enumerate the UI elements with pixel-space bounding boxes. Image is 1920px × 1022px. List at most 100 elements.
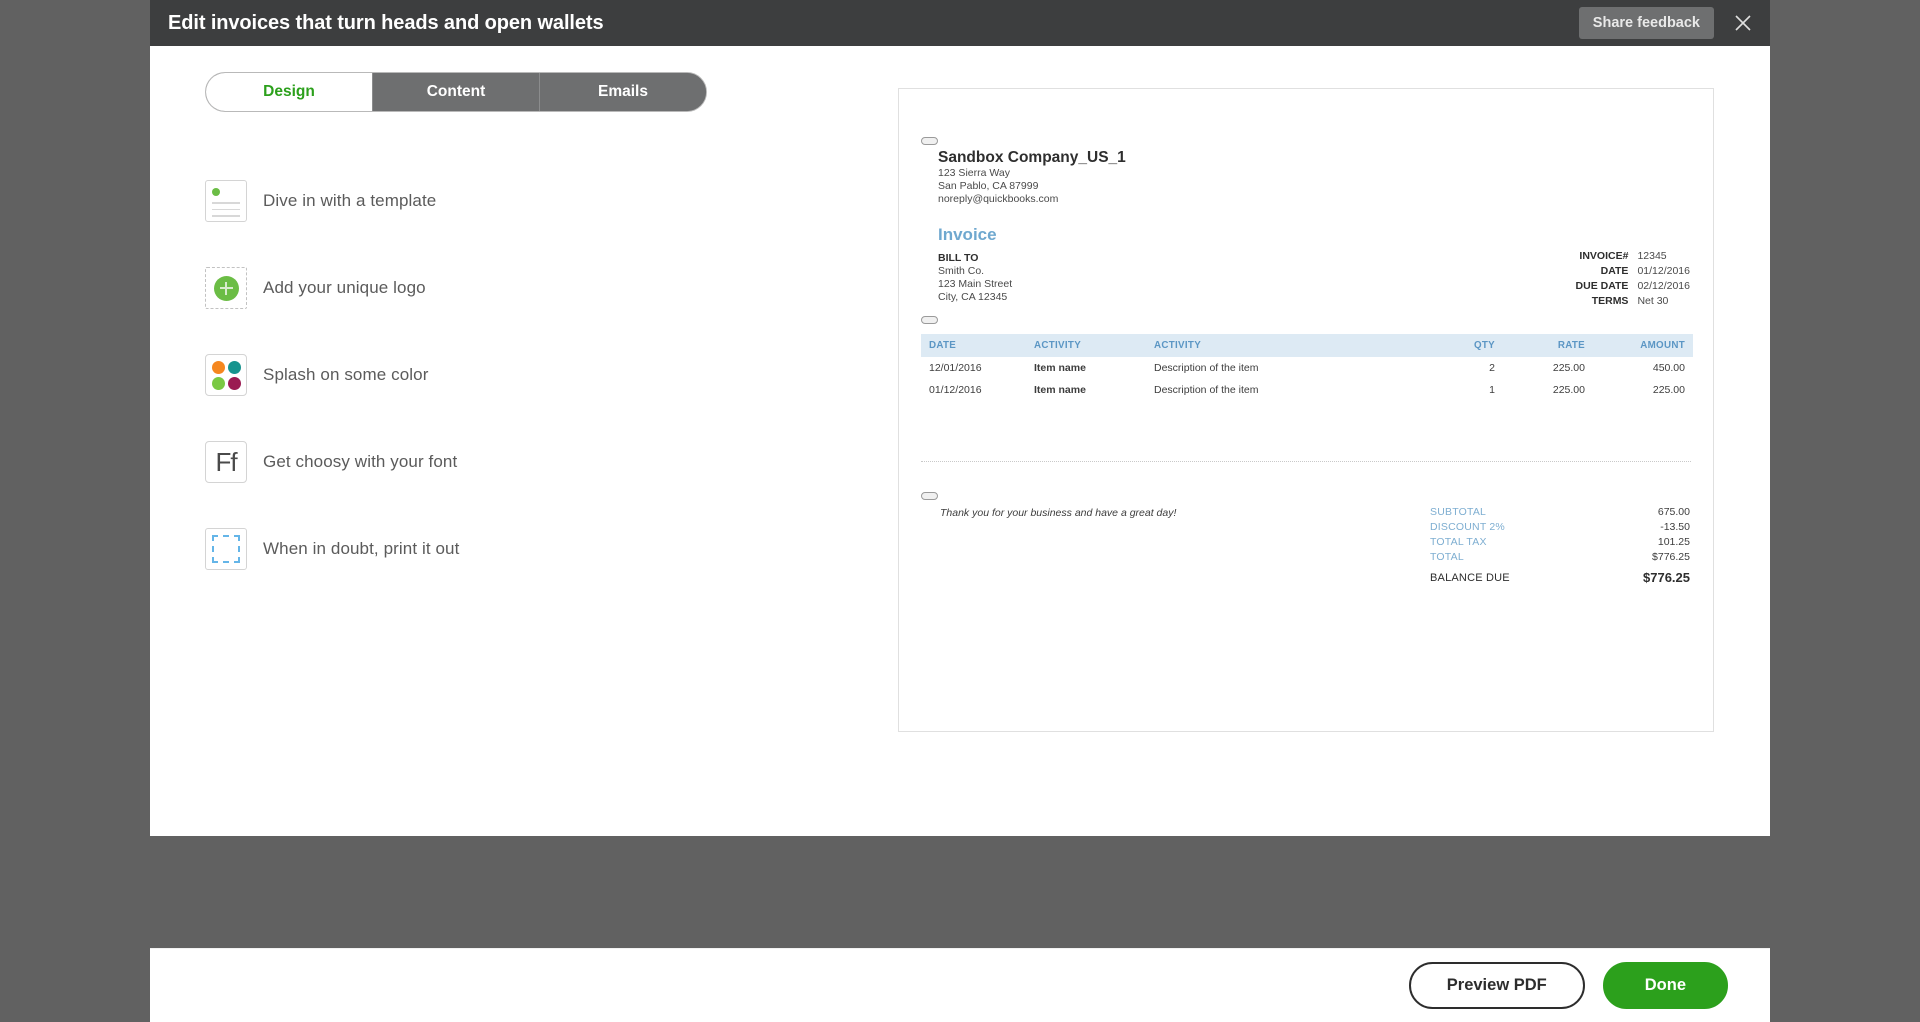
balance-due-row: BALANCE DUE $776.25 xyxy=(1430,570,1690,585)
preview-pdf-button[interactable]: Preview PDF xyxy=(1409,962,1585,1009)
meta-value: 01/12/2016 xyxy=(1637,265,1690,280)
meta-key: DUE DATE xyxy=(1576,280,1638,295)
meta-row: DATE 01/12/2016 xyxy=(1576,265,1690,280)
company-email: noreply@quickbooks.com xyxy=(938,193,1126,206)
template-icon xyxy=(205,180,247,222)
cell-date: 12/01/2016 xyxy=(921,357,1026,379)
modal-header: Edit invoices that turn heads and open w… xyxy=(150,0,1770,46)
totals-value: -13.50 xyxy=(1603,521,1690,536)
tab-content[interactable]: Content xyxy=(373,73,540,111)
table-row: 12/01/2016 Item name Description of the … xyxy=(921,357,1693,379)
print-margins-icon xyxy=(205,528,247,570)
totals-row: TOTAL $776.25 xyxy=(1430,551,1690,566)
totals-block: SUBTOTAL 675.00 DISCOUNT 2% -13.50 TOTAL… xyxy=(1430,506,1690,566)
modal-footer: Preview PDF Done xyxy=(150,948,1770,1022)
cell-rate: 225.00 xyxy=(1503,357,1593,379)
table-header-row: DATE ACTIVITY ACTIVITY QTY RATE AMOUNT xyxy=(921,334,1693,357)
cell-activity: Item name xyxy=(1026,357,1146,379)
totals-key: TOTAL TAX xyxy=(1430,536,1603,551)
column-header-amount: AMOUNT xyxy=(1593,334,1693,357)
meta-key: INVOICE# xyxy=(1576,250,1638,265)
bill-to-heading: BILL TO xyxy=(938,251,1012,265)
bill-to-block: BILL TO Smith Co. 123 Main Street City, … xyxy=(938,251,1012,304)
bill-to-line: Smith Co. xyxy=(938,265,1012,278)
meta-value: Net 30 xyxy=(1637,295,1690,310)
totals-value: 675.00 xyxy=(1603,506,1690,521)
company-address-line-1: 123 Sierra Way xyxy=(938,167,1126,180)
cell-rate: 225.00 xyxy=(1503,379,1593,401)
close-icon[interactable] xyxy=(1730,10,1756,36)
tab-bar: Design Content Emails xyxy=(205,72,707,112)
cell-description: Description of the item xyxy=(1146,357,1433,379)
tab-design[interactable]: Design xyxy=(206,73,373,111)
totals-value: $776.25 xyxy=(1603,551,1690,566)
document-title: Invoice xyxy=(938,225,997,245)
totals-key: DISCOUNT 2% xyxy=(1430,521,1603,536)
totals-row: DISCOUNT 2% -13.50 xyxy=(1430,521,1690,536)
header-actions: Share feedback xyxy=(1579,0,1756,46)
swatch-magenta xyxy=(228,377,241,390)
column-header-activity: ACTIVITY xyxy=(1026,334,1146,357)
add-logo-icon xyxy=(205,267,247,309)
option-label: Get choosy with your font xyxy=(263,452,457,472)
option-get-choosy-with-your-font[interactable]: Ff Get choosy with your font xyxy=(205,435,865,489)
swatch-orange xyxy=(212,361,225,374)
invoice-meta-block: INVOICE# 12345 DATE 01/12/2016 DUE DATE … xyxy=(1576,250,1690,310)
thank-you-message: Thank you for your business and have a g… xyxy=(940,507,1176,519)
cell-date: 01/12/2016 xyxy=(921,379,1026,401)
option-label: When in doubt, print it out xyxy=(263,539,459,559)
share-feedback-button[interactable]: Share feedback xyxy=(1579,7,1714,39)
swatch-teal xyxy=(228,361,241,374)
totals-row: TOTAL TAX 101.25 xyxy=(1430,536,1690,551)
cell-qty: 2 xyxy=(1433,357,1503,379)
column-header-rate: RATE xyxy=(1503,334,1593,357)
meta-key: TERMS xyxy=(1576,295,1638,310)
cell-amount: 450.00 xyxy=(1593,357,1693,379)
option-add-your-unique-logo[interactable]: Add your unique logo xyxy=(205,261,865,315)
table-row: 01/12/2016 Item name Description of the … xyxy=(921,379,1693,401)
balance-due-value: $776.25 xyxy=(1594,570,1690,585)
company-name: Sandbox Company_US_1 xyxy=(938,149,1126,167)
option-dive-in-with-a-template[interactable]: Dive in with a template xyxy=(205,174,865,228)
column-header-date: DATE xyxy=(921,334,1026,357)
meta-row: TERMS Net 30 xyxy=(1576,295,1690,310)
tab-emails[interactable]: Emails xyxy=(540,73,706,111)
table-section-handle[interactable] xyxy=(921,316,938,324)
option-label: Add your unique logo xyxy=(263,278,426,298)
option-when-in-doubt-print-it-out[interactable]: When in doubt, print it out xyxy=(205,522,865,576)
balance-due-label: BALANCE DUE xyxy=(1430,570,1594,585)
swatch-green xyxy=(212,377,225,390)
company-address-line-2: San Pablo, CA 87999 xyxy=(938,180,1126,193)
column-header-activity-description: ACTIVITY xyxy=(1146,334,1433,357)
color-palette-icon xyxy=(205,354,247,396)
design-option-list: Dive in with a template Add your unique … xyxy=(205,174,865,576)
company-block: Sandbox Company_US_1 123 Sierra Way San … xyxy=(921,139,1126,206)
cell-amount: 225.00 xyxy=(1593,379,1693,401)
column-header-qty: QTY xyxy=(1433,334,1503,357)
done-button[interactable]: Done xyxy=(1603,962,1728,1009)
modal-body: Design Content Emails Dive in with a tem… xyxy=(150,46,1770,836)
bill-to-line: 123 Main Street xyxy=(938,278,1012,291)
cell-qty: 1 xyxy=(1433,379,1503,401)
bill-to-line: City, CA 12345 xyxy=(938,291,1012,304)
line-items-table: DATE ACTIVITY ACTIVITY QTY RATE AMOUNT 1… xyxy=(921,334,1693,401)
meta-key: DATE xyxy=(1576,265,1638,280)
meta-row: DUE DATE 02/12/2016 xyxy=(1576,280,1690,295)
meta-value: 12345 xyxy=(1637,250,1690,265)
edit-invoice-modal: Edit invoices that turn heads and open w… xyxy=(150,0,1770,1022)
cell-description: Description of the item xyxy=(1146,379,1433,401)
totals-row: SUBTOTAL 675.00 xyxy=(1430,506,1690,521)
balance-due-block: BALANCE DUE $776.25 xyxy=(1430,570,1690,585)
font-icon: Ff xyxy=(205,441,247,483)
totals-key: TOTAL xyxy=(1430,551,1603,566)
option-label: Dive in with a template xyxy=(263,191,436,211)
footer-section-handle[interactable] xyxy=(921,492,938,500)
meta-value: 02/12/2016 xyxy=(1637,280,1690,295)
totals-key: SUBTOTAL xyxy=(1430,506,1603,521)
page-title: Edit invoices that turn heads and open w… xyxy=(168,12,603,35)
option-splash-on-some-color[interactable]: Splash on some color xyxy=(205,348,865,402)
cell-activity: Item name xyxy=(1026,379,1146,401)
option-label: Splash on some color xyxy=(263,365,428,385)
design-options-pane: Design Content Emails Dive in with a tem… xyxy=(205,72,865,609)
meta-row: INVOICE# 12345 xyxy=(1576,250,1690,265)
